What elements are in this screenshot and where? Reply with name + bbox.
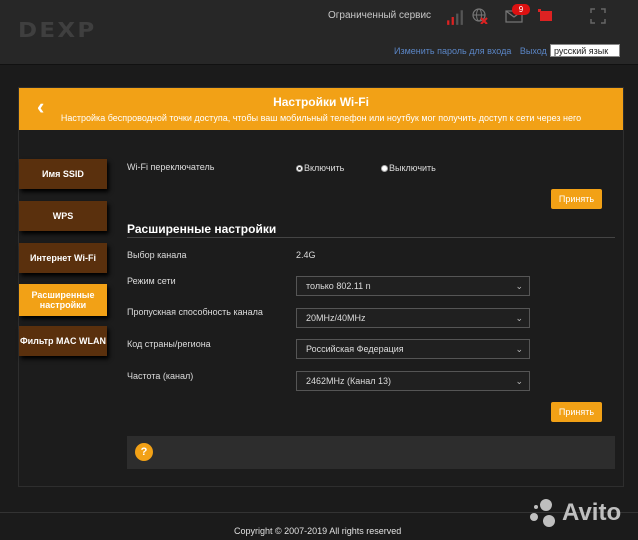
bandwidth-label: Пропускная способность канала [127,307,263,317]
chevron-down-icon: ⌄ [515,281,523,291]
country-value: Российская Федерация [306,344,404,354]
radio-off-indicator[interactable] [381,164,388,172]
sidebar-item-ssid[interactable]: Имя SSID [19,159,107,189]
frequency-select[interactable]: 2462MHz (Канал 13) ⌄ [296,371,530,391]
frequency-value: 2462MHz (Канал 13) [306,376,391,386]
help-bar: ? [127,436,615,469]
no-internet-icon[interactable] [472,8,488,24]
avito-wordmark: Avito [562,499,622,526]
channel-value: 2.4G [296,250,316,260]
wifi-switch-label: Wi-Fi переключатель [127,162,215,172]
chevron-down-icon: ⌄ [515,344,523,354]
apply-advanced-button[interactable]: Принять [551,402,602,422]
wifi-settings-panel: ‹ Настройки Wi-Fi Настройка беспроводной… [18,87,624,487]
question-icon[interactable]: ? [135,443,153,461]
page-banner: ‹ Настройки Wi-Fi Настройка беспроводной… [19,88,623,130]
radio-on-indicator[interactable] [296,164,303,172]
channel-label: Выбор канала [127,250,187,260]
country-label: Код страны/региона [127,339,211,349]
network-mode-select[interactable]: только 802.11 n ⌄ [296,276,530,296]
service-status: Ограниченный сервис [328,10,432,21]
page-title: Настройки Wi-Fi [273,95,369,109]
copyright-text: Copyright © 2007-2019 All rights reserve… [234,526,402,536]
avito-watermark: Avito [530,499,621,527]
apply-switch-button[interactable]: Принять [551,189,602,209]
fullscreen-icon[interactable] [590,8,606,24]
wifi-on-radio[interactable]: Включить [296,163,344,173]
frequency-label: Частота (канал) [127,371,194,381]
signal-icon[interactable] [446,8,464,26]
wifi-off-label: Выключить [389,163,436,173]
bandwidth-select[interactable]: 20MHz/40MHz ⌄ [296,308,530,328]
sidebar-item-mac-filter[interactable]: Фильтр MAC WLAN [19,326,107,356]
network-mode-value: только 802.11 n [306,281,371,291]
bandwidth-value: 20MHz/40MHz [306,313,366,323]
sidebar-item-advanced[interactable]: Расширенные настройки [19,284,107,316]
brand-logo: DEXP [18,18,97,42]
avito-logo-icon [530,499,558,527]
header-links: Изменить пароль для входа Выход [394,46,553,56]
top-bar: DEXP Ограниченный сервис 9 Изменить паро… [0,0,638,65]
device-icon[interactable] [538,9,554,23]
country-select[interactable]: Российская Федерация ⌄ [296,339,530,359]
chevron-down-icon: ⌄ [515,313,523,323]
chevron-down-icon: ⌄ [515,376,523,386]
section-divider [127,237,615,238]
wifi-off-radio[interactable]: Выключить [381,163,436,173]
advanced-section-title: Расширенные настройки [127,222,277,236]
page-subtitle: Настройка беспроводной точки доступа, чт… [60,113,582,123]
network-mode-label: Режим сети [127,276,176,286]
sidebar-item-internet-wifi[interactable]: Интернет Wi-Fi [19,243,107,273]
wifi-on-label: Включить [304,163,345,173]
language-select[interactable]: русский язык [550,44,620,57]
notification-badge: 9 [512,4,530,15]
sidebar-item-wps[interactable]: WPS [19,201,107,231]
change-password-link[interactable]: Изменить пароль для входа [394,46,511,56]
logout-link[interactable]: Выход [520,46,547,56]
